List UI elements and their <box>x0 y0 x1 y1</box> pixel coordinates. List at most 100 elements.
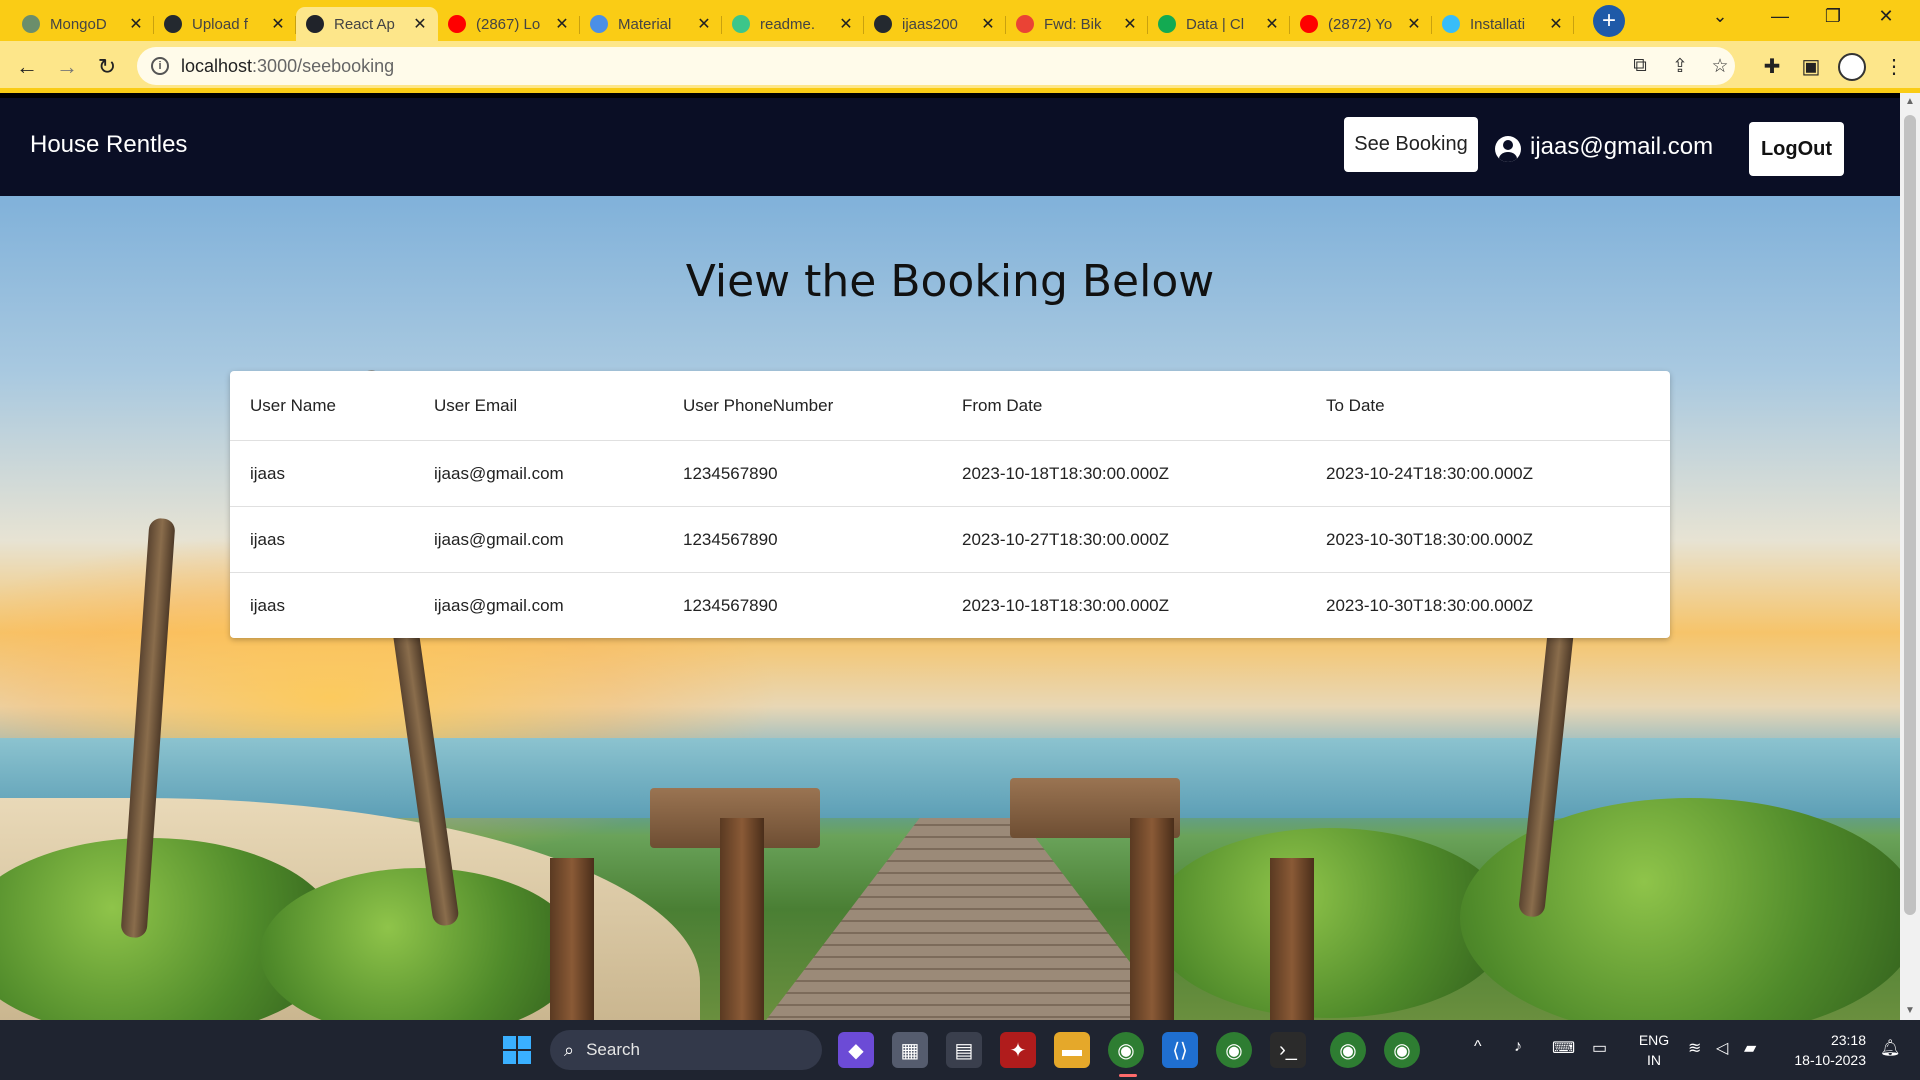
browser-tab[interactable]: Data | Cl ✕ <box>1148 7 1290 41</box>
file-explorer-icon[interactable]: ▬ <box>1054 1032 1090 1068</box>
browser-tab[interactable]: ijaas200 ✕ <box>864 7 1006 41</box>
minimize-button[interactable]: — <box>1760 6 1800 27</box>
browser-tab[interactable]: MongoD ✕ <box>12 7 154 41</box>
tab-favicon-icon <box>22 15 40 33</box>
page-scrollbar[interactable]: ▲ ▼ <box>1900 93 1920 1020</box>
keyboard-icon[interactable]: ⌨ <box>1552 1038 1575 1058</box>
vscode-icon[interactable]: ⟨⟩ <box>1162 1032 1198 1068</box>
address-bar[interactable]: i localhost:3000/seebooking ⧉ ⇪ ☆ <box>137 47 1735 85</box>
table-cell: 1234567890 <box>683 530 778 549</box>
tab-close-icon[interactable]: ✕ <box>980 14 996 34</box>
tray-chevron-icon[interactable]: ^ <box>1474 1038 1482 1056</box>
microphone-icon[interactable]: ♪ <box>1514 1038 1522 1056</box>
display-icon[interactable]: ▭ <box>1592 1038 1607 1058</box>
tab-close-icon[interactable]: ✕ <box>1122 14 1138 34</box>
copilot-app-icon[interactable]: ◆ <box>838 1032 874 1068</box>
language-indicator[interactable]: ENG IN <box>1634 1030 1674 1070</box>
tab-title: Upload f <box>192 15 248 33</box>
bookmark-star-icon[interactable]: ☆ <box>1707 55 1733 78</box>
tab-search-icon[interactable]: ⌄ <box>1700 6 1740 27</box>
profile-avatar[interactable] <box>1838 53 1866 81</box>
notifications-bell-icon[interactable]: 🔔︎ <box>1880 1038 1900 1058</box>
app-icon-terminal-bus[interactable]: ▤ <box>946 1032 982 1068</box>
windows-start-icon[interactable] <box>503 1036 531 1064</box>
tab-title: (2872) Yo <box>1328 15 1393 33</box>
browser-tab[interactable]: React Ap ✕ <box>296 7 438 41</box>
see-booking-button[interactable]: See Booking <box>1344 117 1478 172</box>
taskbar-search-box[interactable]: ⌕ Search <box>550 1030 822 1070</box>
table-cell: 2023-10-18T18:30:00.000Z <box>962 464 1169 483</box>
clock-date: 18-10-2023 <box>1794 1052 1866 1068</box>
tab-favicon-icon <box>1300 15 1318 33</box>
table-row: ijaas ijaas@gmail.com 1234567890 2023-10-18… <box>230 441 1670 507</box>
os-taskbar: ⌕ Search ◆ ▦ ▤ ✦ ▬ ◉ ⟨⟩ ◉ ›_ ◉ ◉ ^ ♪ ⌨ ▭… <box>0 1020 1920 1080</box>
extensions-puzzle-icon[interactable]: ✚ <box>1758 54 1786 79</box>
reload-icon[interactable]: ↻ <box>91 51 123 83</box>
table-cell: ijaas <box>250 530 285 549</box>
chrome-icon[interactable]: ◉ <box>1108 1032 1144 1068</box>
table-cell: ijaas <box>250 596 285 615</box>
url-path: :3000/seebooking <box>252 55 395 76</box>
chrome-profile-3-icon[interactable]: ◉ <box>1384 1032 1420 1068</box>
table-cell: 2023-10-30T18:30:00.000Z <box>1326 530 1533 549</box>
browser-tab[interactable]: Material ✕ <box>580 7 722 41</box>
table-cell: ijaas@gmail.com <box>434 530 564 549</box>
tab-title: Installati <box>1470 15 1526 33</box>
tab-close-icon[interactable]: ✕ <box>838 14 854 34</box>
table-cell: 2023-10-18T18:30:00.000Z <box>962 596 1169 615</box>
active-app-indicator <box>1119 1074 1137 1077</box>
new-tab-button[interactable]: + <box>1593 5 1625 37</box>
browser-tab[interactable]: (2867) Lo ✕ <box>438 7 580 41</box>
tab-favicon-icon <box>590 15 608 33</box>
tab-close-icon[interactable]: ✕ <box>1264 14 1280 34</box>
tab-close-icon[interactable]: ✕ <box>554 14 570 34</box>
browser-tab[interactable]: Upload f ✕ <box>154 7 296 41</box>
restore-button[interactable]: ❐ <box>1813 6 1853 27</box>
browser-tab[interactable]: (2872) Yo ✕ <box>1290 7 1432 41</box>
tab-list: MongoD ✕ Upload f ✕ React Ap ✕ (2867) Lo ✕ Mater… <box>12 4 1574 41</box>
scroll-thumb[interactable] <box>1904 115 1916 915</box>
tab-close-icon[interactable]: ✕ <box>1548 14 1564 34</box>
tab-close-icon[interactable]: ✕ <box>412 14 428 34</box>
table-row: ijaas ijaas@gmail.com 1234567890 2023-10-27… <box>230 507 1670 573</box>
tab-close-icon[interactable]: ✕ <box>696 14 712 34</box>
brand-title[interactable]: House Rentles <box>30 131 187 159</box>
tab-title: Material <box>618 15 672 33</box>
browser-tab[interactable]: Fwd: Bik ✕ <box>1006 7 1148 41</box>
battery-icon[interactable]: ▰ <box>1744 1038 1756 1058</box>
tab-close-icon[interactable]: ✕ <box>270 14 286 34</box>
table-cell: ijaas <box>250 464 285 483</box>
table-cell: 2023-10-30T18:30:00.000Z <box>1326 596 1533 615</box>
system-clock[interactable]: 23:18 18-10-2023 <box>1782 1030 1866 1070</box>
open-in-app-icon[interactable]: ⧉ <box>1627 55 1653 77</box>
game-app-icon[interactable]: ✦ <box>1000 1032 1036 1068</box>
side-panel-icon[interactable]: ▣ <box>1797 54 1825 79</box>
tab-close-icon[interactable]: ✕ <box>128 14 144 34</box>
wifi-icon[interactable]: ≋ <box>1688 1038 1701 1058</box>
scroll-up-arrow-icon[interactable]: ▲ <box>1900 93 1920 111</box>
site-info-icon[interactable]: i <box>151 57 169 75</box>
share-icon[interactable]: ⇪ <box>1667 55 1693 78</box>
back-arrow-icon[interactable]: ← <box>11 51 43 83</box>
column-header: User PhoneNumber <box>683 396 834 415</box>
tab-title: ijaas200 <box>902 15 958 33</box>
tab-favicon-icon <box>306 15 324 33</box>
browser-tab[interactable]: readme. ✕ <box>722 7 864 41</box>
chrome-menu-icon[interactable]: ⋮ <box>1880 54 1908 79</box>
scroll-down-arrow-icon[interactable]: ▼ <box>1900 1002 1920 1020</box>
tab-close-icon[interactable]: ✕ <box>1406 14 1422 34</box>
bookings-table: User Name User Email User PhoneNumber From … <box>230 371 1670 638</box>
task-view-icon[interactable]: ▦ <box>892 1032 928 1068</box>
column-header: To Date <box>1326 396 1385 415</box>
volume-icon[interactable]: ◁ <box>1716 1038 1728 1058</box>
terminal-icon[interactable]: ›_ <box>1270 1032 1306 1068</box>
browser-tab[interactable]: Installati ✕ <box>1432 7 1574 41</box>
logout-button[interactable]: LogOut <box>1749 122 1844 176</box>
app-navbar: House Rentles See Booking ijaas@gmail.co… <box>0 98 1900 196</box>
close-window-button[interactable]: ✕ <box>1866 6 1906 27</box>
chrome-profile-2-icon[interactable]: ◉ <box>1330 1032 1366 1068</box>
forward-arrow-icon[interactable]: → <box>51 51 83 83</box>
page-title: View the Booking Below <box>685 256 1215 307</box>
tab-title: React Ap <box>334 15 395 33</box>
chrome-profile-icon[interactable]: ◉ <box>1216 1032 1252 1068</box>
